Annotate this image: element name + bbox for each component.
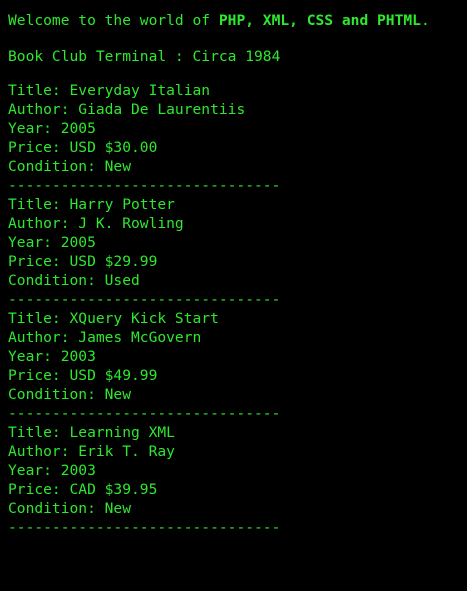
- terminal-screen: Welcome to the world of PHP, XML, CSS an…: [0, 0, 467, 591]
- book-condition: Condition: New: [8, 386, 132, 403]
- welcome-message: Welcome to the world of PHP, XML, CSS an…: [8, 11, 459, 30]
- book-price: Price: USD $29.99: [8, 253, 158, 270]
- book-title: Title: Learning XML: [8, 424, 175, 441]
- book-divider: -------------------------------: [8, 291, 281, 308]
- book-author: Author: Giada De Laurentiis: [8, 101, 246, 118]
- book-condition: Condition: New: [8, 500, 132, 517]
- book-entry: Title: XQuery Kick Start Author: James M…: [8, 309, 459, 423]
- book-year: Year: 2005: [8, 120, 96, 137]
- book-year: Year: 2003: [8, 348, 96, 365]
- book-price: Price: USD $49.99: [8, 367, 158, 384]
- book-author: Author: J K. Rowling: [8, 215, 184, 232]
- page-subtitle: Book Club Terminal : Circa 1984: [8, 48, 281, 65]
- book-title: Title: XQuery Kick Start: [8, 310, 219, 327]
- welcome-highlight: PHP, XML, CSS and PHTML: [218, 12, 421, 29]
- book-list: Title: Everyday Italian Author: Giada De…: [8, 81, 459, 537]
- welcome-prefix: Welcome to the world of: [8, 12, 219, 29]
- book-condition: Condition: New: [8, 158, 132, 175]
- book-year: Year: 2005: [8, 234, 96, 251]
- book-author: Author: James McGovern: [8, 329, 202, 346]
- book-title: Title: Harry Potter: [8, 196, 175, 213]
- book-entry: Title: Everyday Italian Author: Giada De…: [8, 81, 459, 195]
- book-price: Price: USD $30.00: [8, 139, 158, 156]
- welcome-suffix: .: [420, 12, 430, 29]
- book-condition: Condition: Used: [8, 272, 140, 289]
- book-title: Title: Everyday Italian: [8, 82, 211, 99]
- book-price: Price: CAD $39.95: [8, 481, 158, 498]
- book-year: Year: 2003: [8, 462, 96, 479]
- book-entry: Title: Harry Potter Author: J K. Rowling…: [8, 195, 459, 309]
- book-divider: -------------------------------: [8, 519, 281, 536]
- book-divider: -------------------------------: [8, 405, 281, 422]
- book-entry: Title: Learning XML Author: Erik T. Ray …: [8, 423, 459, 537]
- book-author: Author: Erik T. Ray: [8, 443, 175, 460]
- book-divider: -------------------------------: [8, 177, 281, 194]
